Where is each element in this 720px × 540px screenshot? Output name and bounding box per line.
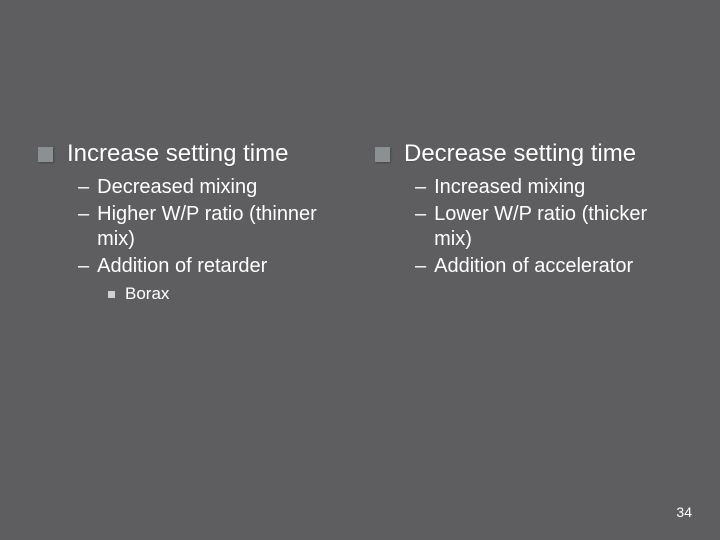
- sub-text: Increased mixing: [434, 175, 585, 200]
- sub-list: – Increased mixing – Lower W/P ratio (th…: [415, 175, 682, 279]
- sub-item: – Decreased mixing: [78, 175, 345, 200]
- content-columns: Increase setting time – Decreased mixing…: [38, 140, 682, 305]
- sub-text: Decreased mixing: [97, 175, 257, 200]
- subsub-list: Borax: [108, 283, 345, 305]
- dash-icon: –: [415, 202, 426, 227]
- sub-text: Lower W/P ratio (thicker mix): [434, 202, 682, 252]
- dash-icon: –: [78, 254, 89, 279]
- sub-text: Higher W/P ratio (thinner mix): [97, 202, 345, 252]
- sub-list: – Decreased mixing – Higher W/P ratio (t…: [78, 175, 345, 305]
- sub-item: – Addition of retarder: [78, 254, 345, 279]
- sub-text: Addition of retarder: [97, 254, 267, 279]
- sub-item: – Lower W/P ratio (thicker mix): [415, 202, 682, 252]
- right-column: Decrease setting time – Increased mixing…: [375, 140, 682, 305]
- page-number: 34: [676, 504, 692, 520]
- dash-icon: –: [78, 202, 89, 227]
- bullet-title: Decrease setting time: [404, 140, 636, 169]
- sub-item: – Addition of accelerator: [415, 254, 682, 279]
- square-bullet-icon: [375, 147, 390, 162]
- subsub-text: Borax: [125, 283, 169, 305]
- dash-icon: –: [415, 254, 426, 279]
- bullet-item: Decrease setting time: [375, 140, 682, 169]
- bullet-item: Increase setting time: [38, 140, 345, 169]
- square-bullet-icon: [38, 147, 53, 162]
- dash-icon: –: [415, 175, 426, 200]
- dash-icon: –: [78, 175, 89, 200]
- sub-text: Addition of accelerator: [434, 254, 633, 279]
- bullet-title: Increase setting time: [67, 140, 288, 169]
- sub-item: – Increased mixing: [415, 175, 682, 200]
- left-column: Increase setting time – Decreased mixing…: [38, 140, 345, 305]
- sub-item: – Higher W/P ratio (thinner mix): [78, 202, 345, 252]
- subsub-item: Borax: [108, 283, 345, 305]
- slide: Increase setting time – Decreased mixing…: [0, 0, 720, 540]
- square-bullet-small-icon: [108, 291, 115, 298]
